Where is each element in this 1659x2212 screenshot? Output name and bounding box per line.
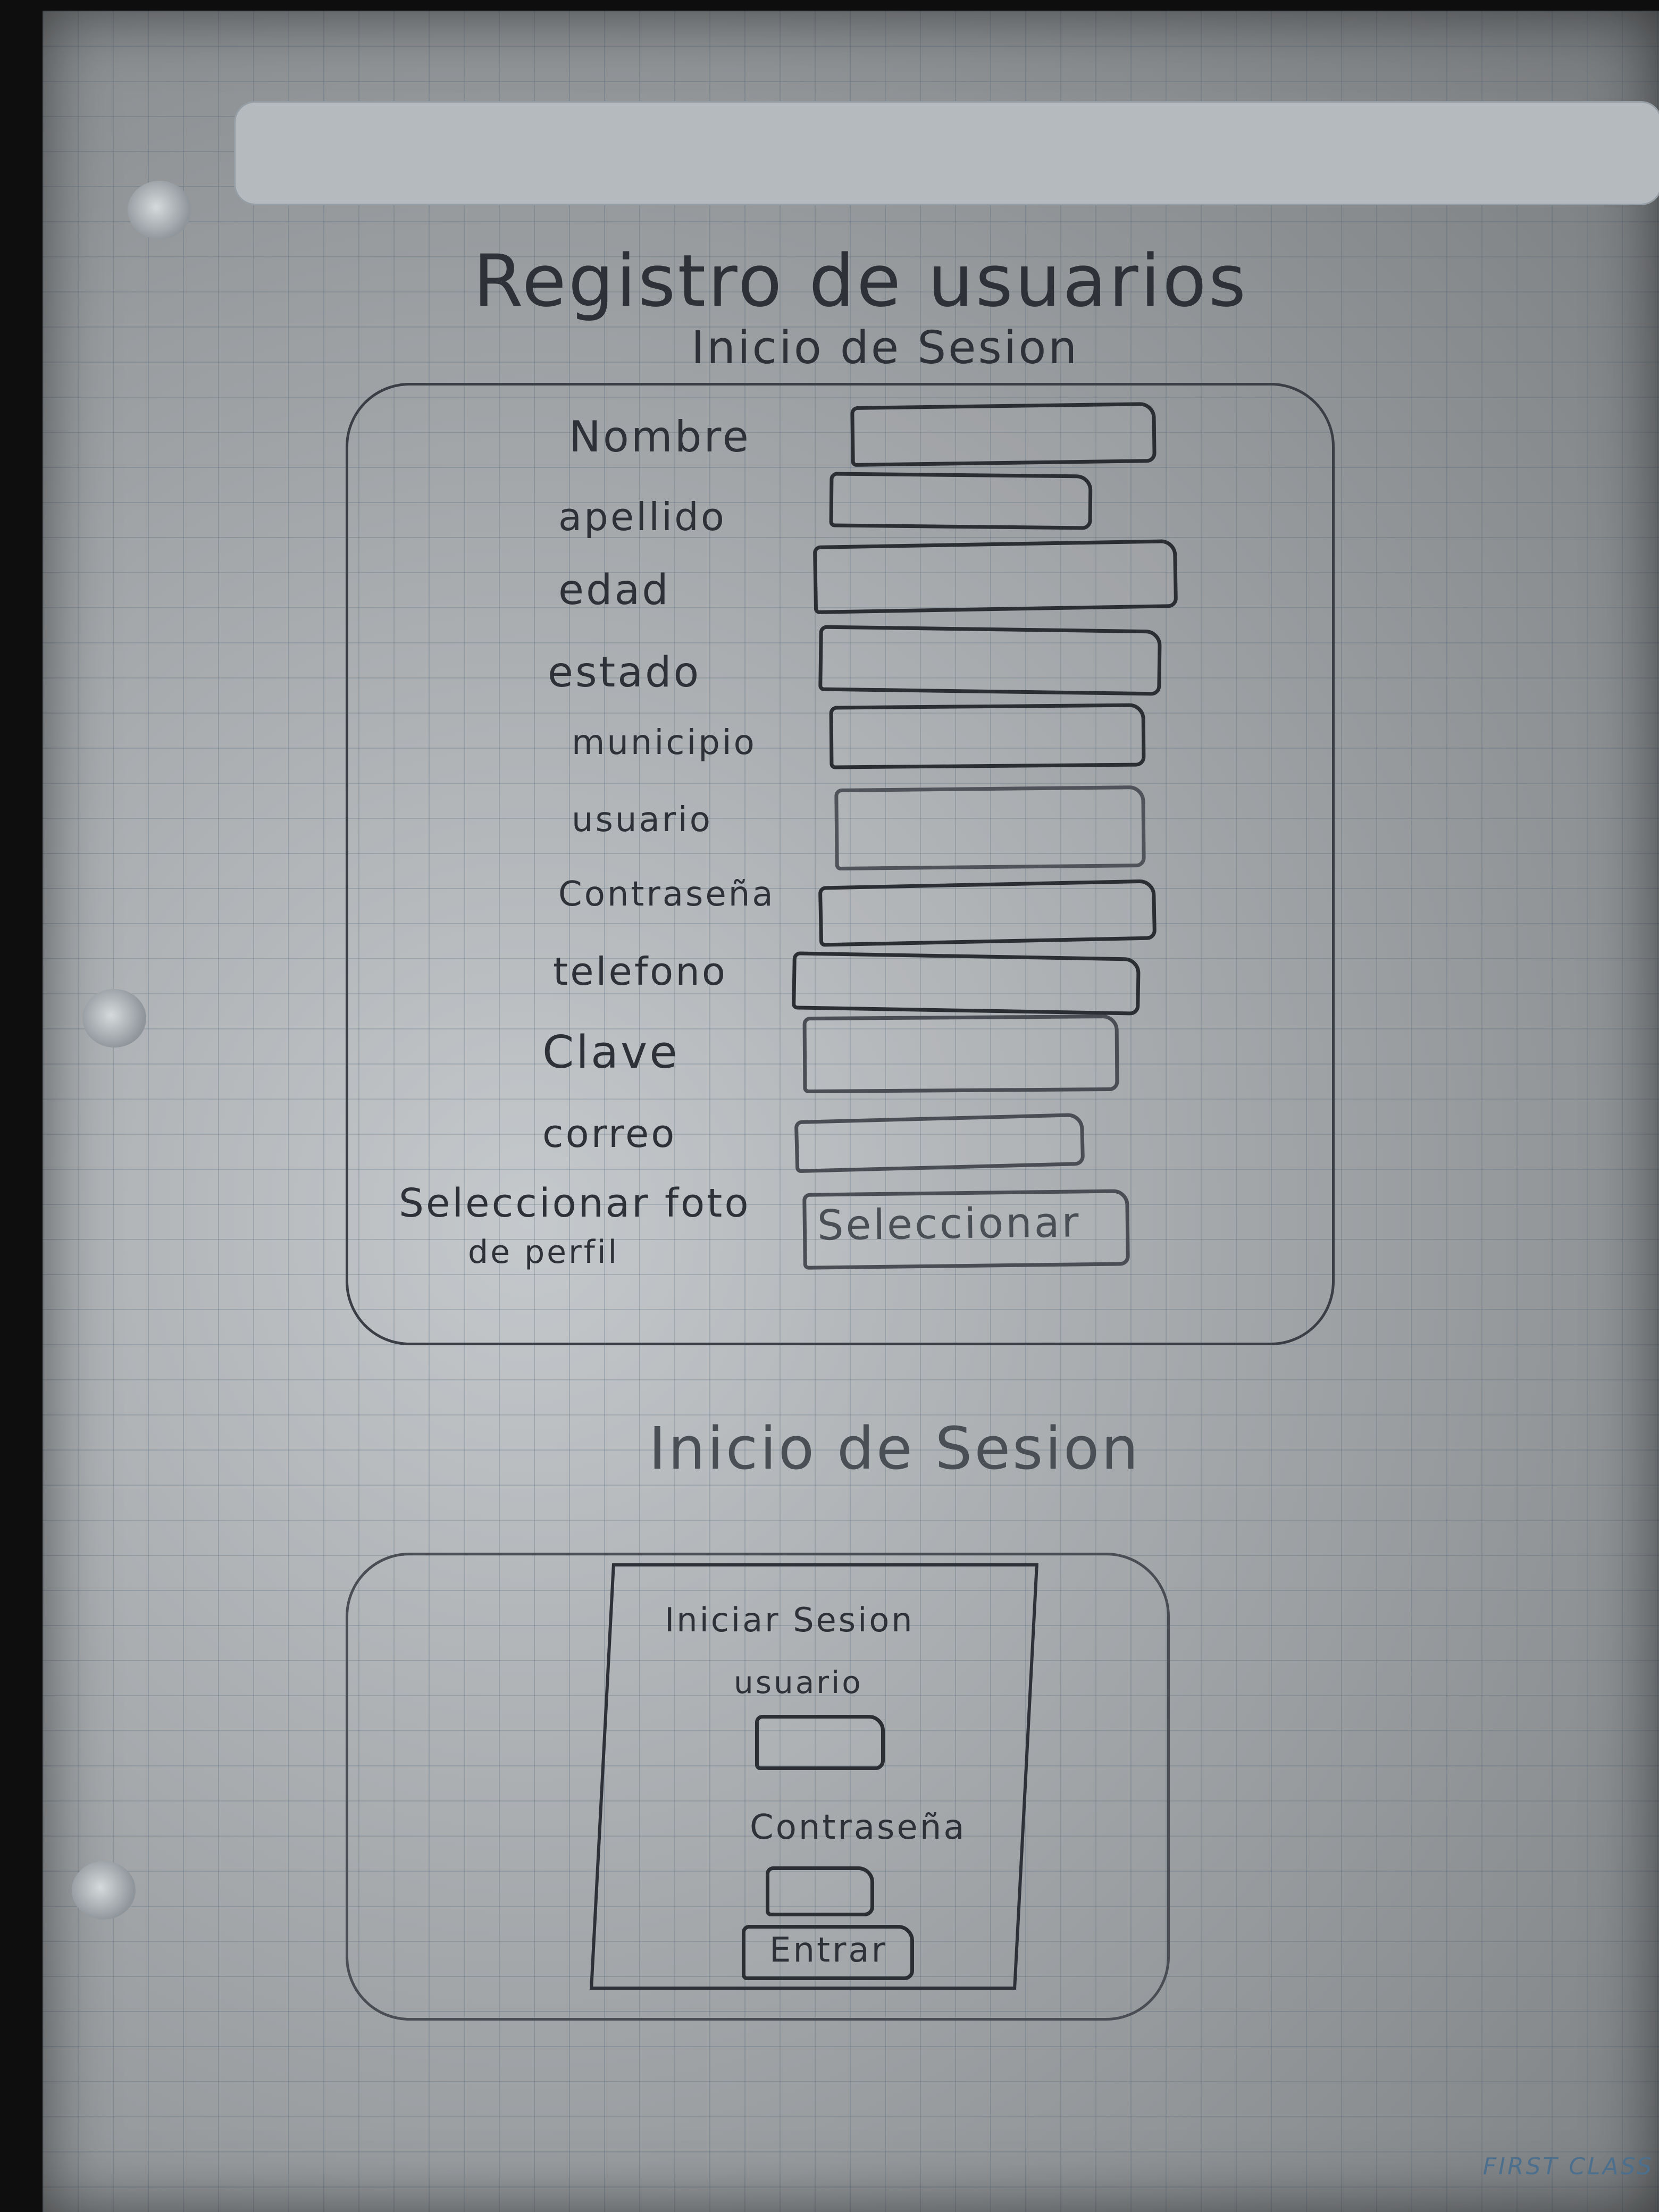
punch-hole (82, 989, 146, 1048)
municipio-field[interactable] (829, 703, 1146, 769)
login-password-field[interactable] (766, 1866, 874, 1916)
label-correo: correo (542, 1111, 677, 1156)
label-telefono: telefono (553, 949, 727, 994)
label-apellido: apellido (558, 495, 726, 539)
label-edad: edad (558, 566, 671, 614)
entrar-button[interactable]: Entrar (742, 1925, 914, 1980)
label-nombre: Nombre (569, 412, 751, 462)
login-password-label: Contraseña (750, 1808, 967, 1847)
correo-field[interactable] (794, 1112, 1085, 1174)
page-subtitle: Inicio de Sesion (691, 322, 1079, 374)
header-band (234, 101, 1659, 205)
label-municipio: municipio (572, 723, 757, 763)
estado-field[interactable] (818, 625, 1162, 696)
nombre-field[interactable] (850, 401, 1157, 467)
telefono-field[interactable] (792, 951, 1141, 1016)
label-foto-line1: Seleccionar foto (399, 1180, 751, 1226)
contrasena-field[interactable] (818, 879, 1157, 947)
label-contrasena: Contraseña (558, 875, 775, 914)
label-foto-line2: de perfil (468, 1234, 619, 1271)
login-user-label: usuario (734, 1664, 863, 1700)
label-estado: estado (548, 649, 701, 697)
login-section-title: Inicio de Sesion (649, 1414, 1141, 1482)
label-usuario: usuario (572, 800, 713, 840)
punch-hole (72, 1861, 136, 1920)
usuario-field[interactable] (834, 785, 1146, 871)
seleccionar-foto-button[interactable]: Seleccionar (802, 1189, 1130, 1270)
seleccionar-button-label: Seleccionar (817, 1199, 1082, 1250)
punch-hole (128, 181, 191, 239)
apellido-field[interactable] (829, 472, 1093, 530)
label-clave: Clave (542, 1026, 680, 1079)
clave-field[interactable] (802, 1014, 1119, 1094)
entrar-button-label: Entrar (769, 1931, 887, 1970)
login-panel-title: Iniciar Sesion (665, 1601, 915, 1639)
paper-brand-logo: FIRST CLASS (1482, 2153, 1654, 2180)
page-title: Registro de usuarios (473, 239, 1249, 323)
edad-field[interactable] (812, 539, 1178, 614)
login-user-field[interactable] (755, 1715, 885, 1770)
